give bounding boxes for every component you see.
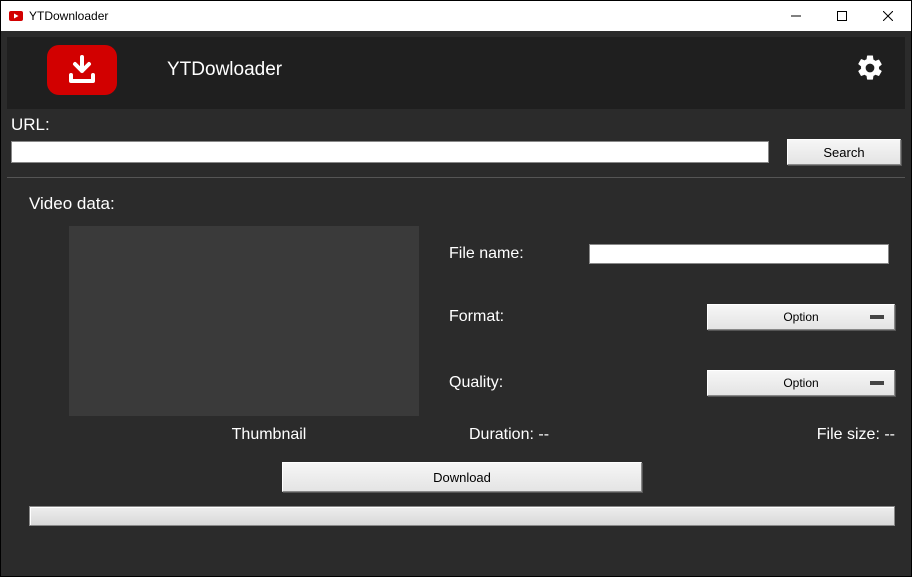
maximize-button[interactable] [819, 1, 865, 31]
close-icon [883, 11, 893, 21]
form-column: File name: Format: Option Quality: [449, 226, 895, 416]
format-label: Format: [449, 308, 707, 326]
quality-select[interactable]: Option [707, 370, 895, 396]
close-button[interactable] [865, 1, 911, 31]
format-row: Format: Option [449, 304, 895, 330]
quality-row: Quality: Option [449, 370, 895, 396]
thumbnail-column [69, 226, 419, 416]
minimize-button[interactable] [773, 1, 819, 31]
url-input[interactable] [11, 141, 769, 163]
minimize-icon [791, 11, 801, 21]
header-left: YTDowloader [47, 45, 282, 95]
url-label: URL: [11, 115, 901, 135]
thumbnail-label: Thumbnail [69, 426, 469, 444]
filesize-label: File size: -- [817, 426, 895, 444]
download-button[interactable]: Download [282, 462, 642, 492]
dropdown-marker-icon [870, 315, 884, 319]
window-title: YTDownloader [29, 9, 108, 23]
gear-icon [855, 53, 885, 83]
dropdown-marker-icon [870, 381, 884, 385]
format-select-label: Option [783, 310, 818, 324]
titlebar-controls [773, 1, 911, 31]
download-icon [65, 53, 99, 87]
titlebar-left: YTDownloader [1, 9, 108, 23]
progress-bar [29, 506, 895, 526]
quality-select-label: Option [783, 376, 818, 390]
app-title: YTDowloader [167, 59, 282, 81]
video-data-label: Video data: [29, 194, 895, 214]
url-row: Search [11, 139, 901, 165]
inner-panel: YTDowloader URL: Search Video data: [7, 37, 905, 570]
filename-label: File name: [449, 245, 589, 263]
logo [47, 45, 117, 95]
thumbnail-placeholder [69, 226, 419, 416]
filename-input[interactable] [589, 244, 889, 264]
video-data-section: Video data: File name: Format: [7, 178, 905, 570]
filename-row: File name: [449, 244, 895, 264]
quality-label: Quality: [449, 374, 707, 392]
search-button[interactable]: Search [787, 139, 901, 165]
info-row: Thumbnail Duration: -- File size: -- [29, 426, 895, 444]
settings-button[interactable] [855, 53, 885, 88]
app-header: YTDowloader [7, 37, 905, 109]
titlebar: YTDownloader [1, 1, 911, 31]
app-icon [9, 9, 23, 23]
download-row: Download [29, 462, 895, 492]
url-section: URL: Search [7, 109, 905, 178]
video-body: File name: Format: Option Quality: [29, 226, 895, 416]
maximize-icon [837, 11, 847, 21]
duration-label: Duration: -- [469, 426, 817, 444]
format-select[interactable]: Option [707, 304, 895, 330]
app-window: YTDownloader [0, 0, 912, 577]
client-area: YTDowloader URL: Search Video data: [1, 31, 911, 576]
